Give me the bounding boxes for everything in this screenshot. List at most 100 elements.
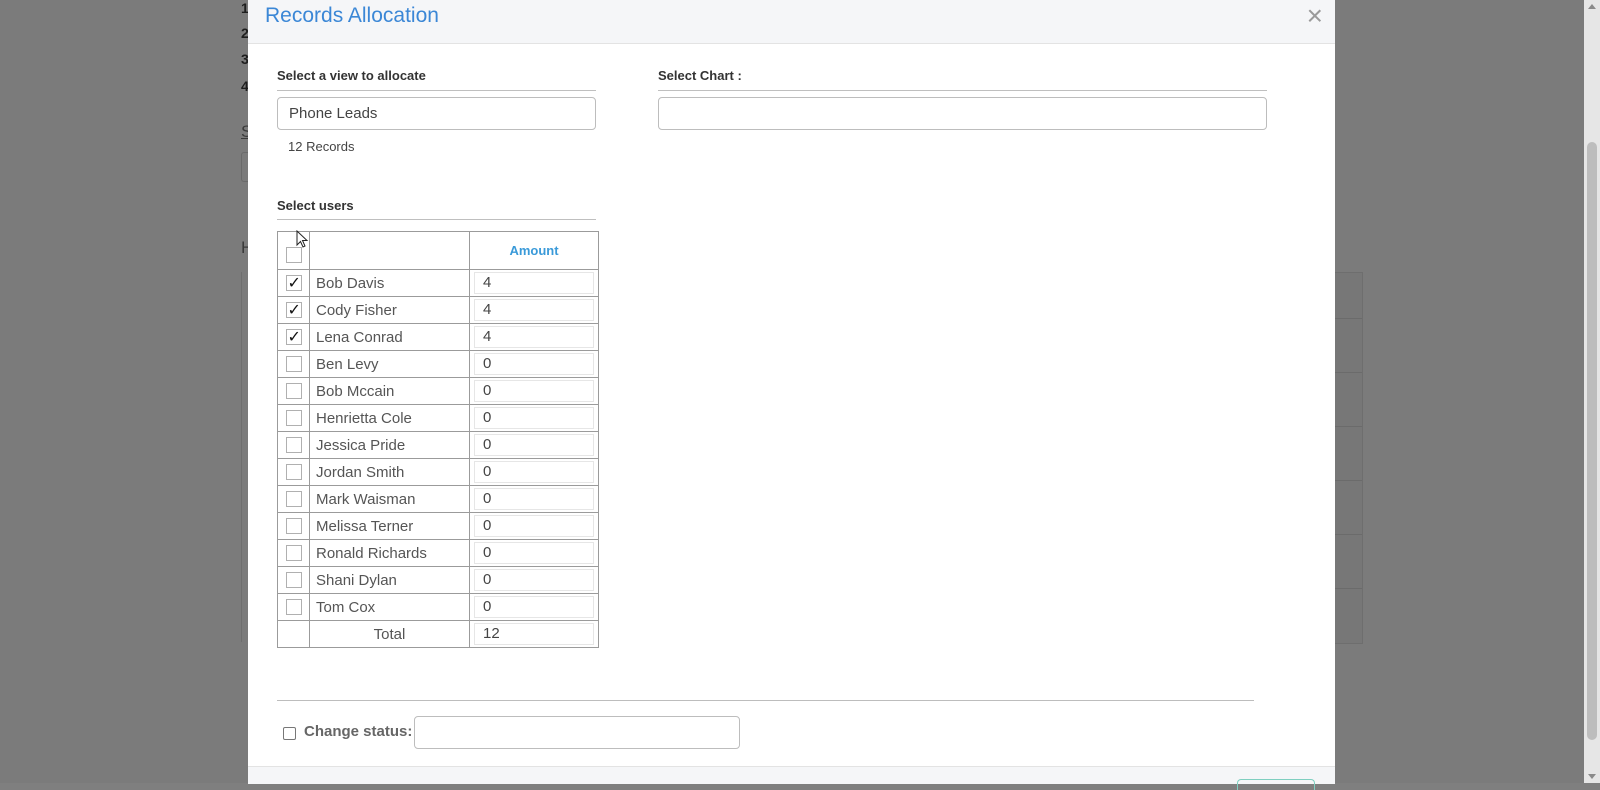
user-name: Tom Cox (309, 593, 470, 621)
user-amount-input[interactable]: 0 (474, 596, 594, 618)
user-row: Mark Waisman 0 (277, 485, 599, 513)
user-amount-input[interactable]: 0 (474, 488, 594, 510)
user-checkbox[interactable] (285, 464, 302, 480)
user-name: Jessica Pride (309, 431, 470, 459)
user-name: Shani Dylan (309, 566, 470, 594)
user-checkbox[interactable] (285, 356, 302, 372)
user-amount-input[interactable]: 0 (474, 569, 594, 591)
user-amount-cell: 0 (469, 458, 599, 486)
user-checkbox[interactable] (285, 383, 302, 399)
user-checkbox[interactable] (285, 273, 302, 292)
view-select[interactable]: Phone Leads (277, 97, 596, 130)
user-checkbox-cell (277, 431, 310, 459)
close-icon[interactable]: × (1307, 2, 1323, 30)
user-checkbox-cell (277, 323, 310, 351)
change-status-label: Change status: (304, 723, 413, 740)
user-amount-input[interactable]: 0 (474, 353, 594, 375)
total-label: Total (309, 620, 470, 648)
user-checkbox-cell (277, 404, 310, 432)
user-name: Jordan Smith (309, 458, 470, 486)
mouse-cursor-icon (296, 230, 309, 248)
user-amount-input[interactable]: 0 (474, 515, 594, 537)
user-row: Bob Mccain 0 (277, 377, 599, 405)
divider (277, 90, 596, 91)
total-empty-cell (277, 620, 310, 648)
user-name: Ronald Richards (309, 539, 470, 567)
user-amount-cell: 0 (469, 512, 599, 540)
user-amount-input[interactable]: 4 (474, 299, 594, 321)
user-checkbox-cell (277, 350, 310, 378)
view-section-label: Select a view to allocate (277, 68, 426, 83)
user-amount-cell: 0 (469, 404, 599, 432)
user-amount-input[interactable]: 0 (474, 542, 594, 564)
user-amount-cell: 4 (469, 269, 599, 297)
user-checkbox-cell (277, 269, 310, 297)
user-amount-cell: 0 (469, 539, 599, 567)
table-header-row: Amount (277, 231, 599, 270)
user-amount-input[interactable]: 4 (474, 326, 594, 348)
user-checkbox-cell (277, 566, 310, 594)
footer-button[interactable] (1237, 779, 1315, 790)
user-name: Mark Waisman (309, 485, 470, 513)
user-amount-input[interactable]: 0 (474, 461, 594, 483)
user-row: Melissa Terner 0 (277, 512, 599, 540)
user-name: Henrietta Cole (309, 404, 470, 432)
user-row: Henrietta Cole 0 (277, 404, 599, 432)
user-checkbox[interactable] (285, 599, 302, 615)
user-checkbox-cell (277, 296, 310, 324)
bg-table-edge (1334, 272, 1363, 644)
user-row: Cody Fisher4 (277, 296, 599, 324)
user-checkbox[interactable] (285, 327, 302, 346)
user-name: Cody Fisher (309, 296, 470, 324)
chart-select[interactable] (658, 97, 1267, 130)
change-status-checkbox[interactable] (283, 727, 296, 740)
user-row: Tom Cox 0 (277, 593, 599, 621)
user-checkbox-cell (277, 593, 310, 621)
user-row: Jessica Pride 0 (277, 431, 599, 459)
scroll-down-arrow-icon[interactable] (1588, 774, 1596, 779)
modal-title: Records Allocation (265, 4, 439, 27)
user-checkbox[interactable] (285, 437, 302, 453)
users-table: Amount Bob Davis4Cody Fisher4Lena Conrad… (277, 231, 599, 648)
amount-column-header: Amount (469, 231, 599, 270)
user-row: Jordan Smith 0 (277, 458, 599, 486)
user-amount-input[interactable]: 0 (474, 380, 594, 402)
user-amount-input[interactable]: 0 (474, 434, 594, 456)
user-checkbox[interactable] (285, 410, 302, 426)
bg-table-edge (241, 272, 248, 642)
user-checkbox[interactable] (285, 518, 302, 534)
user-amount-cell: 0 (469, 377, 599, 405)
user-name: Bob Mccain (309, 377, 470, 405)
user-row: Bob Davis4 (277, 269, 599, 297)
user-name: Melissa Terner (309, 512, 470, 540)
total-value: 12 (474, 623, 594, 645)
user-amount-cell: 0 (469, 593, 599, 621)
divider (277, 219, 596, 220)
modal-footer (248, 766, 1335, 784)
user-amount-cell: 4 (469, 296, 599, 324)
user-amount-cell: 0 (469, 485, 599, 513)
page-scrollbar[interactable] (1584, 0, 1600, 783)
user-row: Ronald Richards 0 (277, 539, 599, 567)
change-status-input[interactable] (414, 716, 740, 749)
user-amount-cell: 0 (469, 566, 599, 594)
scroll-thumb[interactable] (1587, 142, 1597, 740)
records-allocation-modal: Records Allocation × Select a view to al… (248, 0, 1335, 790)
user-amount-cell: 0 (469, 350, 599, 378)
user-amount-input[interactable]: 4 (474, 272, 594, 294)
user-checkbox[interactable] (285, 300, 302, 319)
user-amount-cell: 0 (469, 431, 599, 459)
user-amount-input[interactable]: 0 (474, 407, 594, 429)
user-row: Lena Conrad4 (277, 323, 599, 351)
scroll-up-arrow-icon[interactable] (1588, 4, 1596, 9)
user-checkbox[interactable] (285, 545, 302, 561)
divider (277, 700, 1254, 701)
user-checkbox-cell (277, 377, 310, 405)
user-amount-cell: 4 (469, 323, 599, 351)
header-name-cell (309, 231, 470, 270)
user-row: Ben Levy 0 (277, 350, 599, 378)
user-checkbox[interactable] (285, 572, 302, 588)
user-checkbox-cell (277, 539, 310, 567)
total-value-cell: 12 (469, 620, 599, 648)
user-checkbox[interactable] (285, 491, 302, 507)
